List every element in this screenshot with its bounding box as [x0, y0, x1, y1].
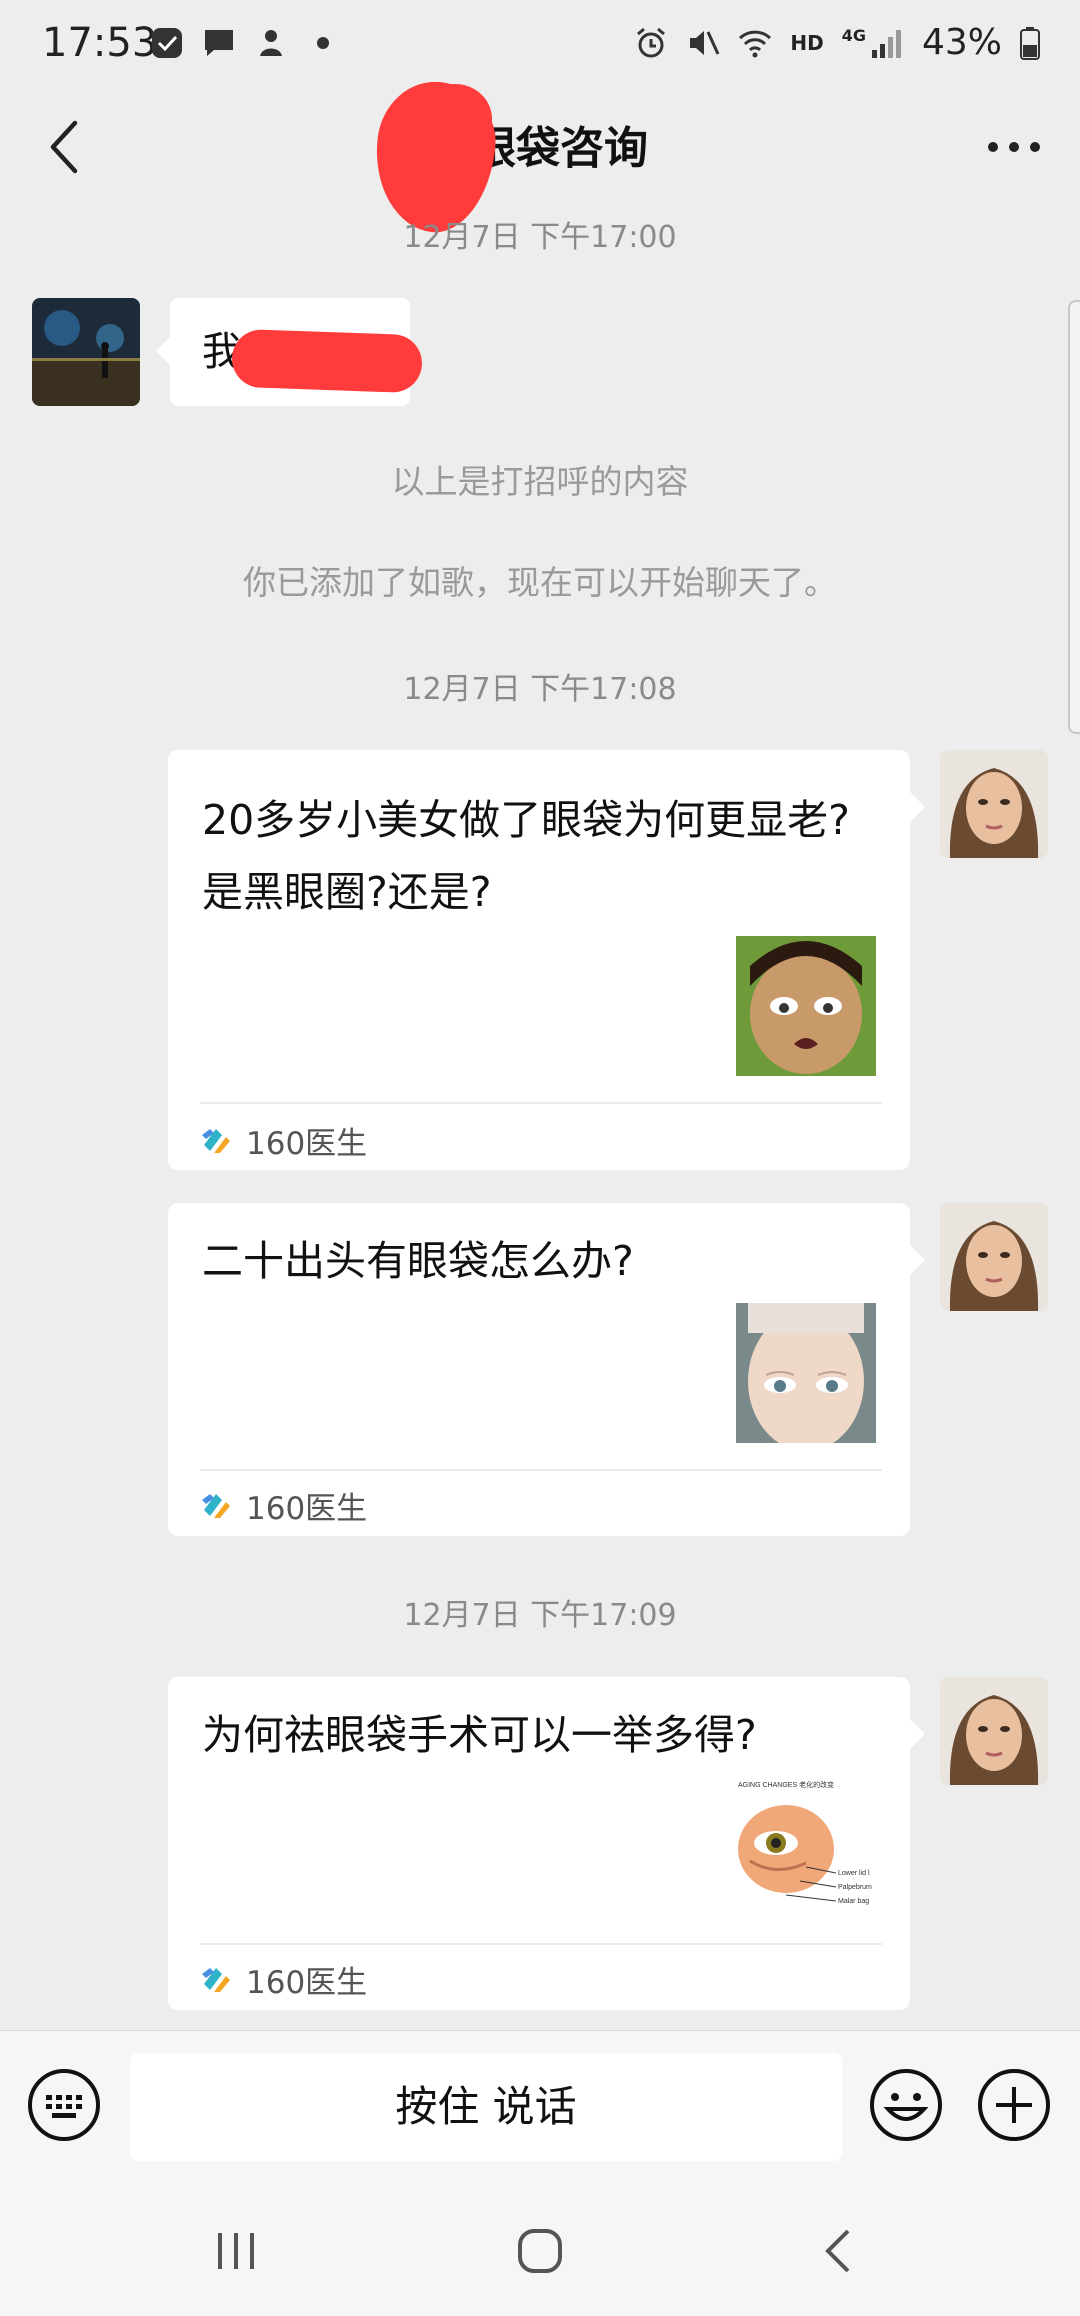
- app-notification-icon: [260, 30, 282, 56]
- back-icon: [825, 2229, 850, 2273]
- notification-icons: [150, 26, 340, 60]
- card-source: 160医生: [200, 1957, 367, 2002]
- card-source-label: 160医生: [246, 1965, 368, 2001]
- contact-avatar[interactable]: [32, 298, 140, 406]
- chat-timestamp: 12月7日 下午17:09: [403, 1598, 677, 1633]
- card-title: 为何祛眼袋手术可以一举多得?: [202, 1711, 757, 1759]
- wifi-icon: [739, 30, 772, 57]
- article-card[interactable]: 二十出头有眼袋怎么办? 160医生: [168, 1203, 925, 1536]
- system-message: 你已添加了如歌，现在可以开始聊天了。: [243, 563, 837, 602]
- home-icon: [518, 2229, 562, 2273]
- chat-header: 眼袋咨询: [0, 90, 1080, 205]
- card-divider: [200, 1102, 882, 1104]
- hold-to-talk-button[interactable]: 按住 说话: [130, 2053, 842, 2161]
- hd-label: HD: [790, 30, 824, 55]
- system-icons: HD 4G 43%: [634, 22, 1040, 63]
- card-thumbnail: AGING CHANGES 老化的改变 Lower lid l Palpebru…: [736, 1777, 876, 1917]
- system-message: 以上是打招呼的内容: [391, 462, 689, 501]
- more-dots-icon: [988, 142, 1040, 152]
- redaction-mark: [231, 328, 423, 394]
- chat-timestamp: 12月7日 下午17:08: [403, 672, 677, 707]
- article-card[interactable]: 20多岁小美女做了眼袋为何更显老?是黑眼圈?还是? 160医生: [168, 750, 925, 1170]
- card-title: 20多岁小美女做了眼袋为何更显老?是黑眼圈?还是?: [202, 796, 850, 916]
- more-button[interactable]: [974, 112, 1054, 182]
- recent-apps-button[interactable]: [196, 2216, 276, 2286]
- status-bar: 17:53 HD 4G 43%: [0, 0, 1080, 90]
- thumb-label: Malar bag: [838, 1898, 869, 1905]
- back-nav-button[interactable]: [800, 2216, 880, 2286]
- system-nav-bar: [0, 2180, 1080, 2316]
- dot-icon: [317, 37, 329, 49]
- scroll-indicator[interactable]: [1068, 300, 1080, 734]
- battery-icon: [1020, 26, 1040, 60]
- chat-timestamp: 12月7日 下午17:00: [403, 220, 677, 255]
- thumb-label: Palpebrum: [838, 1884, 872, 1891]
- doctor-160-logo-icon: [202, 1128, 230, 1153]
- battery-percent: 43%: [921, 22, 1002, 63]
- chat-screen: 17:53 HD 4G 43% 眼袋咨询 12月7日 下午17:00 我 以上是…: [0, 0, 1080, 2316]
- thumb-caption: AGING CHANGES 老化的改变: [738, 1780, 834, 1789]
- card-thumbnail: [736, 1303, 876, 1443]
- doctor-160-logo-icon: [202, 1493, 230, 1518]
- alarm-icon: [637, 27, 666, 57]
- card-source: 160医生: [200, 1118, 367, 1163]
- recent-apps-icon: [218, 2233, 254, 2269]
- my-avatar[interactable]: [940, 750, 1048, 858]
- card-source-label: 160医生: [246, 1126, 368, 1162]
- chat-title: 眼袋咨询: [472, 123, 648, 174]
- article-card[interactable]: 为何祛眼袋手术可以一举多得? AGING CHANGES 老化的改变 Lower…: [168, 1677, 925, 2010]
- signal-icon: [871, 29, 901, 58]
- keyboard-icon[interactable]: [26, 2067, 102, 2143]
- my-avatar[interactable]: [940, 1203, 1048, 1311]
- input-bar: 按住 说话: [0, 2030, 1080, 2181]
- card-title: 二十出头有眼袋怎么办?: [202, 1237, 634, 1285]
- status-time: 17:53: [42, 20, 158, 66]
- plus-icon[interactable]: [976, 2067, 1052, 2143]
- emoji-icon[interactable]: [868, 2067, 944, 2143]
- message-notification-icon: [205, 30, 233, 56]
- task-notification-icon: [152, 28, 182, 58]
- thumb-label: Lower lid l: [838, 1870, 870, 1877]
- card-source-label: 160医生: [246, 1491, 368, 1527]
- home-button[interactable]: [500, 2216, 580, 2286]
- card-thumbnail: [736, 936, 876, 1076]
- card-divider: [200, 1469, 882, 1471]
- card-source: 160医生: [200, 1483, 367, 1528]
- doctor-160-logo-icon: [202, 1967, 230, 1992]
- my-avatar[interactable]: [940, 1677, 1048, 1785]
- mute-icon: [690, 30, 720, 55]
- card-divider: [200, 1943, 882, 1945]
- signal-label: 4G: [841, 26, 866, 45]
- redaction-mark: [418, 84, 492, 154]
